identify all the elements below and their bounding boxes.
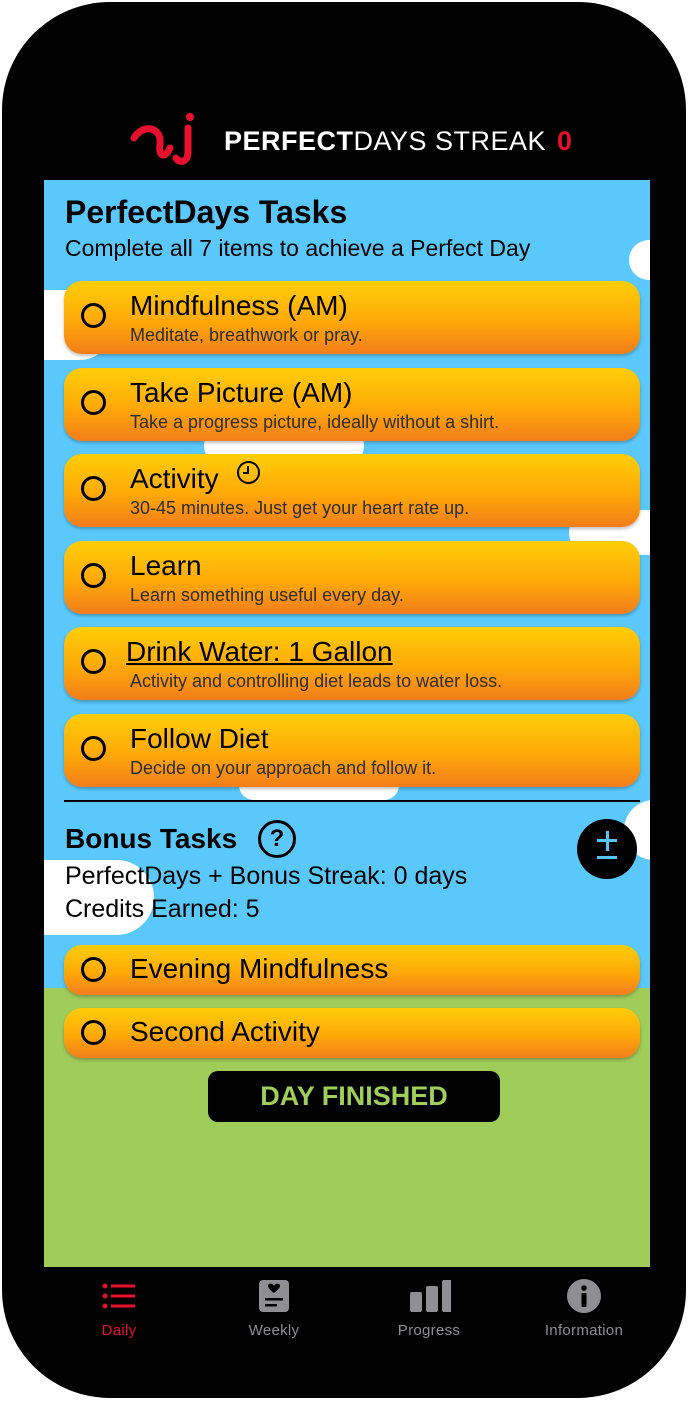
phone-frame: PERFECTDAYS STREAK 0 PerfectDays Tasks C… (2, 2, 686, 1398)
task-description: Activity and controlling diet leads to w… (130, 671, 503, 691)
tab-label: Daily (101, 1322, 137, 1339)
task-title-link[interactable]: Drink Water: 1 Gallon (126, 636, 393, 668)
task-title: Evening Mindfulness (130, 953, 389, 984)
task-description: Take a progress picture, ideally without… (130, 412, 500, 432)
tab-daily[interactable]: Daily (44, 1267, 194, 1352)
task-checkbox[interactable] (81, 649, 106, 674)
task-activity[interactable]: Activity 30-45 minutes. Just get your he… (64, 454, 640, 527)
app-header: PERFECTDAYS STREAK 0 (2, 112, 686, 172)
plus-minus-icon-minus (597, 856, 617, 859)
task-mindfulness-am[interactable]: Mindfulness (AM) Meditate, breathwork or… (64, 281, 640, 354)
list-icon (102, 1283, 135, 1309)
clock-icon[interactable] (237, 461, 260, 484)
task-description: Meditate, breathwork or pray. (130, 325, 363, 345)
streak-count: 0 (557, 126, 573, 156)
task-title: Follow Diet (130, 723, 269, 754)
task-title: Learn (130, 550, 202, 581)
header-title: PERFECTDAYS STREAK (224, 126, 546, 157)
task-description: Learn something useful every day. (130, 585, 404, 605)
daily-screen[interactable]: PerfectDays Tasks Complete all 7 items t… (44, 180, 650, 1267)
bar-chart-icon (410, 1280, 451, 1312)
tasks-subtitle: Complete all 7 items to achieve a Perfec… (65, 235, 531, 261)
cloud (629, 240, 650, 280)
journal-icon (259, 1280, 289, 1312)
tab-progress[interactable]: Progress (354, 1267, 504, 1352)
task-checkbox[interactable] (81, 736, 106, 761)
header-title-rest: DAYS STREAK (353, 126, 547, 156)
task-checkbox[interactable] (81, 476, 106, 501)
day-finished-button[interactable]: DAY FINISHED (208, 1071, 500, 1122)
help-button[interactable]: ? (258, 820, 296, 858)
info-icon (567, 1279, 601, 1313)
tab-bar: Daily Weekly Progress Information (2, 1267, 686, 1357)
header-title-bold: PERFECT (224, 126, 354, 156)
tab-label: Weekly (248, 1322, 300, 1339)
bonus-tasks-title: Bonus Tasks (65, 823, 238, 854)
tab-label: Information (544, 1322, 624, 1339)
tab-label: Progress (397, 1322, 461, 1339)
bonus-task-evening-mindfulness[interactable]: Evening Mindfulness (64, 945, 640, 995)
task-title: Second Activity (130, 1016, 320, 1047)
task-checkbox[interactable] (81, 957, 106, 982)
task-learn[interactable]: Learn Learn something useful every day. (64, 541, 640, 614)
task-checkbox[interactable] (81, 563, 106, 588)
plus-minus-icon-vertical (605, 830, 609, 851)
task-description: 30-45 minutes. Just get your heart rate … (130, 498, 470, 518)
bonus-task-second-activity[interactable]: Second Activity (64, 1008, 640, 1058)
task-title: Activity (130, 463, 219, 494)
app-logo (130, 113, 194, 165)
plus-minus-button[interactable] (577, 819, 637, 879)
section-divider (64, 800, 640, 802)
task-title: Take Picture (AM) (130, 377, 353, 408)
task-checkbox[interactable] (81, 303, 106, 328)
task-checkbox[interactable] (81, 1020, 106, 1045)
tab-information[interactable]: Information (509, 1267, 659, 1352)
task-description: Decide on your approach and follow it. (130, 758, 437, 778)
task-drink-water[interactable]: Drink Water: 1 Gallon Activity and contr… (64, 627, 640, 700)
task-title: Mindfulness (AM) (130, 290, 348, 321)
tasks-title: PerfectDays Tasks (65, 194, 348, 230)
bonus-streak-text: PerfectDays + Bonus Streak: 0 days (65, 862, 468, 890)
credits-earned-text: Credits Earned: 5 (65, 895, 260, 923)
tab-weekly[interactable]: Weekly (199, 1267, 349, 1352)
task-take-picture-am[interactable]: Take Picture (AM) Take a progress pictur… (64, 368, 640, 441)
task-follow-diet[interactable]: Follow Diet Decide on your approach and … (64, 714, 640, 787)
task-checkbox[interactable] (81, 390, 106, 415)
